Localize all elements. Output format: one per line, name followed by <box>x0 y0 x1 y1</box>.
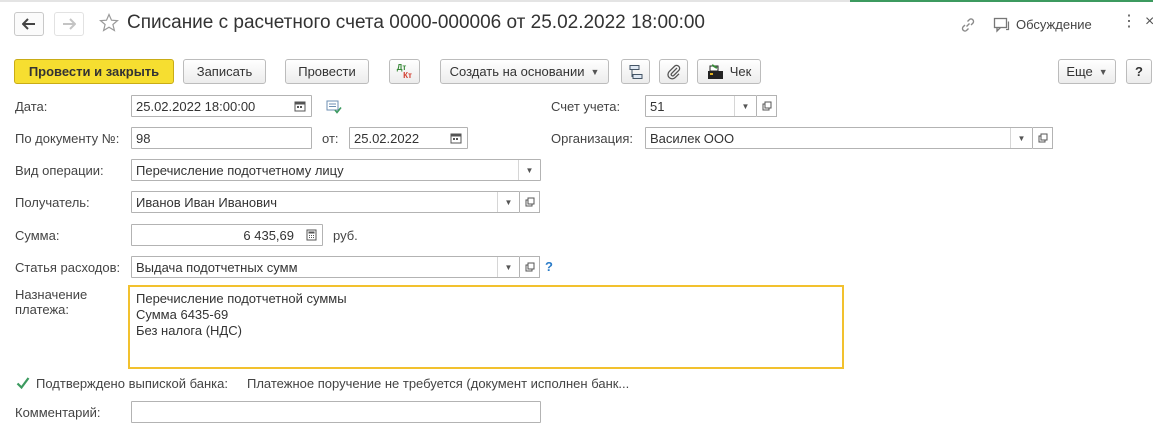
purpose-line: Сумма 6435-69 <box>136 307 229 322</box>
discussion-link[interactable]: Обсуждение <box>1016 17 1092 32</box>
expense-item-select[interactable]: Выдача подотчетных сумм ▼ <box>131 256 520 278</box>
bank-confirmed-status: Платежное поручение не требуется (докуме… <box>247 376 630 391</box>
organization-label: Организация: <box>551 131 634 146</box>
chevron-down-icon[interactable]: ▼ <box>497 257 519 277</box>
discussion-icon[interactable] <box>993 17 1011 36</box>
chevron-down-icon: ▼ <box>590 66 600 77</box>
create-based-on-label: Создать на основании <box>449 64 585 79</box>
document-structure-icon <box>629 64 642 79</box>
bank-confirmed-label: Подтверждено выпиской банка: <box>36 376 228 391</box>
purpose-label-line1: Назначение <box>15 287 88 302</box>
post-and-close-button[interactable]: Провести и закрыть <box>14 59 174 84</box>
link-icon[interactable] <box>960 17 976 36</box>
expense-item-value: Выдача подотчетных сумм <box>136 260 298 275</box>
account-label: Счет учета: <box>551 99 621 114</box>
chevron-down-icon[interactable]: ▼ <box>1010 128 1032 148</box>
expense-item-help-link[interactable]: ? <box>545 259 553 274</box>
recipient-open-button[interactable] <box>520 191 540 213</box>
doc-date-input[interactable]: 25.02.2022 <box>349 127 468 149</box>
favorite-star-icon[interactable] <box>98 13 120 36</box>
chevron-down-icon[interactable]: ▼ <box>497 192 519 212</box>
checkmark-icon <box>16 377 30 390</box>
more-button[interactable]: Еще ▼ <box>1058 59 1116 84</box>
organization-open-button[interactable] <box>1033 127 1053 149</box>
more-label: Еще <box>1066 64 1093 79</box>
purpose-line: Без налога (НДС) <box>136 323 242 338</box>
history-icon[interactable] <box>326 100 342 117</box>
purpose-textarea[interactable]: Перечисление подотчетной суммы Сумма 643… <box>128 285 844 369</box>
receipt-label: Чек <box>729 64 752 79</box>
cash-register-icon <box>707 63 723 79</box>
recipient-select[interactable]: Иванов Иван Иванович ▼ <box>131 191 520 213</box>
date-label: Дата: <box>15 99 48 114</box>
calendar-icon[interactable] <box>445 128 467 148</box>
post-button[interactable]: Провести <box>285 59 369 84</box>
amount-label: Сумма: <box>15 228 60 243</box>
doc-number-value: 98 <box>136 131 151 146</box>
chevron-down-icon: ▼ <box>1098 66 1108 77</box>
open-window-icon <box>1038 133 1047 143</box>
active-tab-indicator <box>850 0 1153 2</box>
chevron-down-icon[interactable]: ▼ <box>518 160 540 180</box>
comment-label: Комментарий: <box>15 405 101 420</box>
purpose-label-line2: платежа: <box>15 302 69 317</box>
forward-button[interactable] <box>54 12 84 36</box>
open-window-icon <box>525 262 534 272</box>
arrow-right-icon <box>63 18 76 30</box>
attach-files-button[interactable] <box>659 59 688 84</box>
date-value: 25.02.2022 18:00:00 <box>136 99 256 114</box>
page-title: Списание с расчетного счета 0000-000006 … <box>127 12 705 33</box>
comment-input[interactable] <box>131 401 541 423</box>
calculator-icon[interactable] <box>300 225 322 245</box>
account-value: 51 <box>650 99 665 114</box>
save-button[interactable]: Записать <box>183 59 266 84</box>
account-select[interactable]: 51 ▼ <box>645 95 757 117</box>
structure-button[interactable] <box>621 59 650 84</box>
dt-kt-icon-bottom: Кт <box>403 70 412 80</box>
operation-type-label: Вид операции: <box>15 163 104 178</box>
operation-type-value: Перечисление подотчетному лицу <box>136 163 344 178</box>
doc-number-label: По документу №: <box>15 131 120 146</box>
paperclip-icon <box>666 64 680 79</box>
date-input[interactable]: 25.02.2022 18:00:00 <box>131 95 312 117</box>
doc-date-label: от: <box>322 131 339 146</box>
calendar-icon[interactable] <box>289 96 311 116</box>
create-based-on-button[interactable]: Создать на основании ▼ <box>440 59 609 84</box>
open-window-icon <box>525 197 534 207</box>
back-button[interactable] <box>14 12 44 36</box>
account-open-button[interactable] <box>757 95 777 117</box>
chevron-down-icon[interactable]: ▼ <box>734 96 756 116</box>
operation-type-select[interactable]: Перечисление подотчетному лицу ▼ <box>131 159 541 181</box>
more-actions-icon[interactable]: ⋮ <box>1121 14 1137 30</box>
bank-confirmed-checkbox[interactable] <box>15 375 31 391</box>
recipient-label: Получатель: <box>15 195 90 210</box>
amount-value: 6 435,69 <box>243 228 294 243</box>
expense-item-open-button[interactable] <box>520 256 540 278</box>
purpose-line: Перечисление подотчетной суммы <box>136 291 347 306</box>
expense-item-label: Статья расходов: <box>15 260 121 275</box>
organization-value: Василек ООО <box>650 131 735 146</box>
close-icon[interactable]: × <box>1145 14 1153 30</box>
recipient-value: Иванов Иван Иванович <box>136 195 278 210</box>
organization-select[interactable]: Василек ООО ▼ <box>645 127 1033 149</box>
amount-input[interactable]: 6 435,69 <box>131 224 323 246</box>
arrow-left-icon <box>22 18 35 30</box>
receipt-button[interactable]: Чек <box>697 59 761 84</box>
doc-number-input[interactable]: 98 <box>131 127 312 149</box>
dt-kt-report-button[interactable]: Дт Кт <box>389 59 420 84</box>
help-button[interactable]: ? <box>1126 59 1152 84</box>
open-window-icon <box>762 101 771 111</box>
doc-date-value: 25.02.2022 <box>354 131 420 146</box>
currency-label: руб. <box>333 228 358 243</box>
